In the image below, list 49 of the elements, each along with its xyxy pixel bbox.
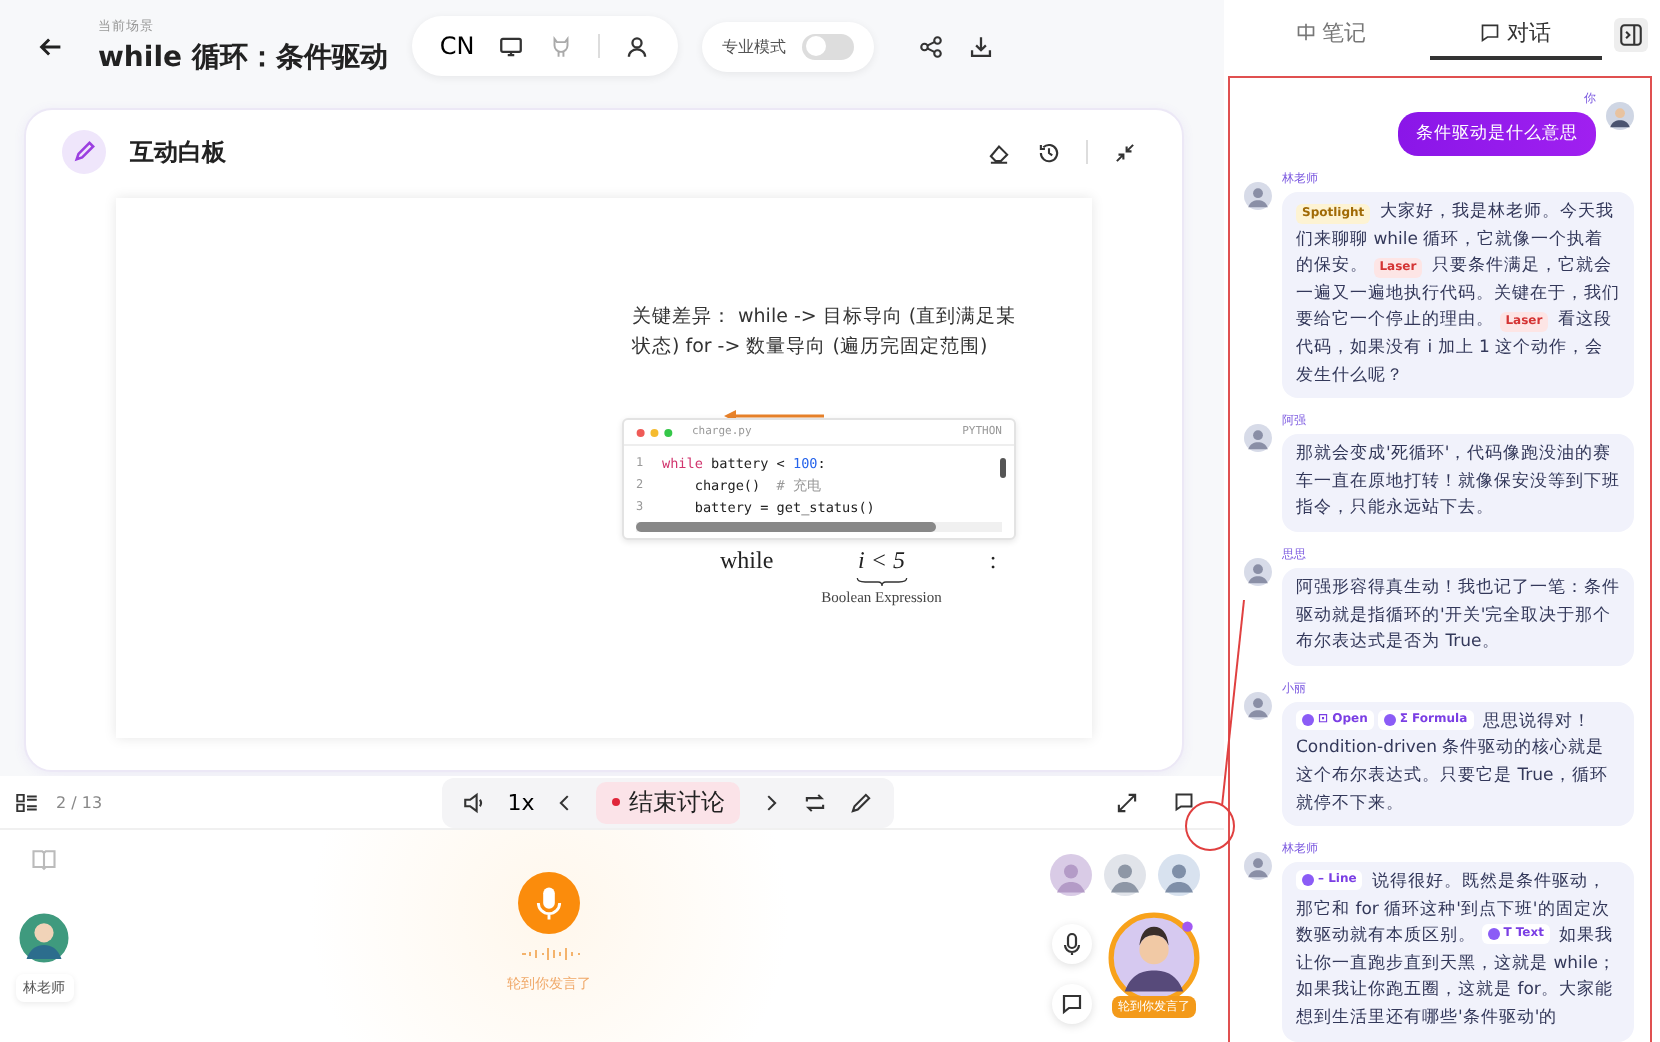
tab[interactable]: 对话	[1429, 8, 1602, 60]
chat-icon	[1480, 22, 1501, 42]
avatar-icon	[1244, 424, 1272, 453]
avatar-icon	[1104, 854, 1146, 896]
sidebar-toggle-icon[interactable]	[1614, 17, 1648, 51]
download-icon[interactable]	[968, 33, 995, 59]
avatar-icon	[1244, 182, 1272, 210]
avatar-icon	[1158, 854, 1200, 896]
speaker-icon[interactable]	[461, 789, 488, 815]
end-discussion-button[interactable]: 结束讨论	[596, 781, 741, 823]
collapse-icon[interactable]	[1112, 139, 1138, 165]
arrow-drawing	[724, 410, 824, 422]
pen-icon	[62, 130, 106, 174]
window-dots-icon	[636, 427, 676, 437]
eraser-icon[interactable]	[986, 139, 1012, 165]
page-title: while 循环：条件驱动	[98, 39, 388, 75]
brace-drawing	[855, 576, 908, 588]
slide-note: 关键差异： while -> 目标导向 (直到满足某状态) for -> 数量导向 (遍历完固定范围)	[632, 304, 1019, 363]
pro-mode-switch[interactable]: 专业模式	[702, 21, 875, 71]
formula-condition: i < 5	[858, 546, 905, 576]
slide-list-icon[interactable]	[14, 789, 40, 815]
avatar-icon	[1244, 852, 1272, 881]
avatar-icon	[16, 910, 72, 966]
expand-icon[interactable]	[1114, 789, 1141, 815]
message-bubble: 那就会变成'死循环'，代码像跑没油的赛车一直在原地打转！就像保安没等到下班指令，只能永远站下去。	[1282, 434, 1634, 532]
formula-keyword: while	[720, 546, 774, 576]
history-icon[interactable]	[1036, 139, 1062, 165]
share-icon[interactable]	[918, 33, 945, 59]
whiteboard-title: 互动白板	[130, 135, 226, 169]
pen-icon[interactable]	[848, 789, 875, 815]
scrollbar[interactable]	[1000, 458, 1006, 478]
page-counter: 2 / 13	[56, 793, 103, 811]
avatar-icon	[1050, 854, 1092, 896]
chat-icon[interactable]	[1172, 790, 1197, 814]
user-icon[interactable]	[624, 33, 651, 59]
notes-icon	[1295, 22, 1316, 42]
avatar-icon	[1606, 102, 1634, 130]
tab[interactable]: 笔记	[1244, 8, 1417, 60]
speed-button[interactable]: 1x	[507, 789, 535, 815]
message-bubble: 条件驱动是什么意思	[1398, 112, 1596, 156]
repeat-icon[interactable]	[802, 789, 829, 815]
avatar-icon	[1244, 691, 1272, 720]
language-button[interactable]: CN	[439, 32, 475, 60]
avatar-icon	[1244, 557, 1272, 586]
monitor-icon[interactable]	[498, 33, 525, 59]
formula-colon: :	[989, 546, 997, 576]
waveform-drawing	[517, 946, 581, 962]
message-bubble: 阿强形容得真生动！我也记了一笔：条件驱动就是指循环的'开关'完全取决于那个布尔表达式是否为 True。	[1282, 567, 1634, 666]
scrollbar[interactable]	[636, 522, 1002, 532]
